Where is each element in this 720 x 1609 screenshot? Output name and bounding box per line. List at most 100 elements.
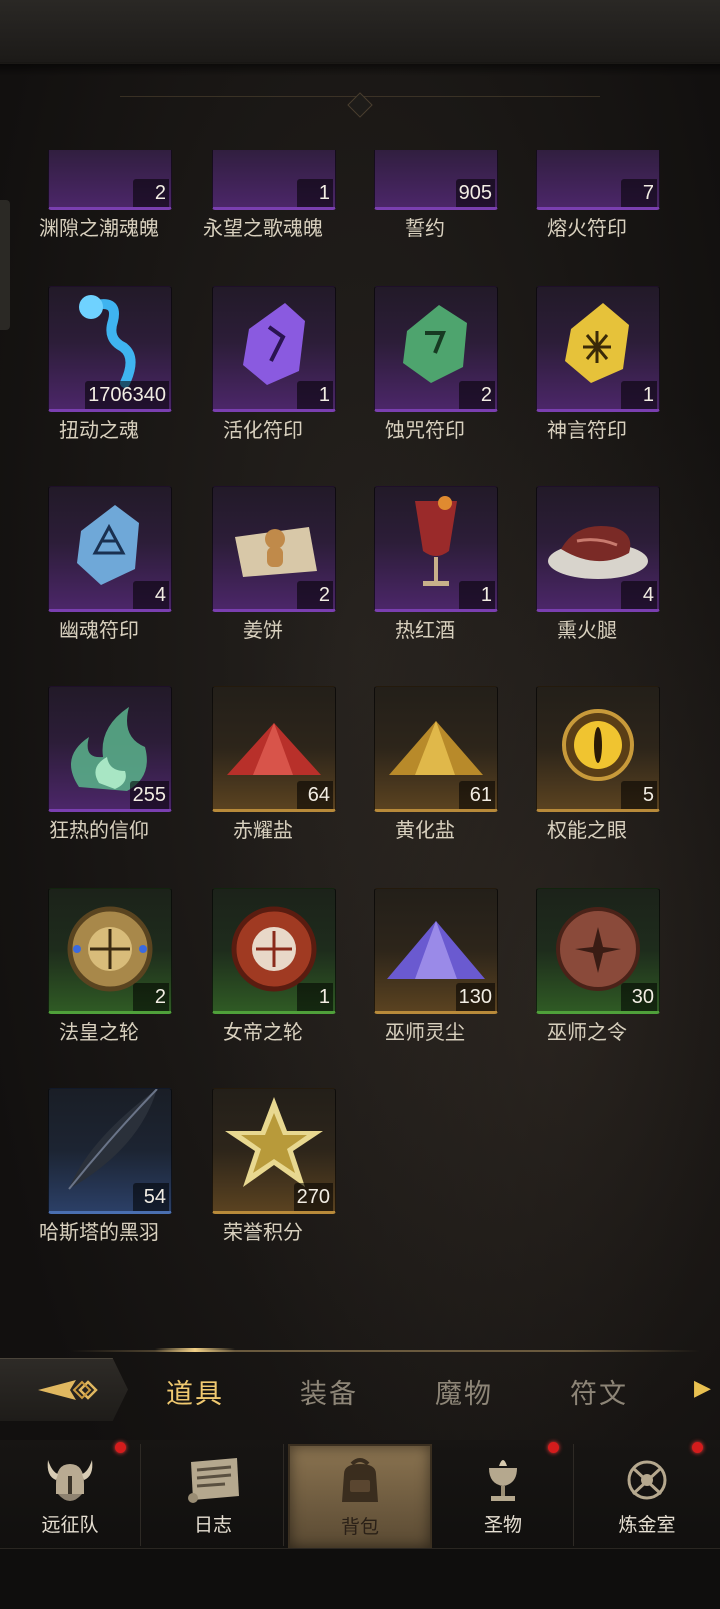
inventory-item[interactable]: 270 荣誉积分: [180, 1088, 346, 1278]
inventory-item[interactable]: 61 黄化盐: [342, 686, 508, 876]
inventory-item[interactable]: 64 赤耀盐: [180, 686, 346, 876]
item-tile[interactable]: 4: [48, 486, 172, 612]
item-tile[interactable]: 2: [48, 888, 172, 1014]
inventory-item[interactable]: 30 巫师之令: [504, 888, 670, 1078]
alchemy-icon: [627, 1460, 667, 1500]
item-name: 幽魂符印: [59, 618, 139, 642]
inventory-item[interactable]: 1 活化符印: [180, 286, 346, 476]
inventory-item[interactable]: 130 巫师灵尘: [342, 888, 508, 1078]
inventory-item[interactable]: 1 热红酒: [342, 486, 508, 676]
item-count: 1: [297, 983, 333, 1011]
inventory-item[interactable]: 5 权能之眼: [504, 686, 670, 876]
item-name: 巫师之令: [547, 1020, 627, 1044]
tab-items[interactable]: 道具: [166, 1372, 224, 1411]
item-name: 渊隙之潮魂魄: [39, 216, 159, 240]
nav-relics[interactable]: 圣物: [433, 1442, 574, 1546]
item-tile[interactable]: 61: [374, 686, 498, 812]
inventory-grid: 2 渊隙之潮魂魄 1 永望之歌魂魄 905 誓约 7 熔火符印 1706340 扭动之魂 1 活化符印…: [0, 150, 720, 1340]
item-count: 1: [297, 381, 333, 409]
inventory-item[interactable]: 2 渊隙之潮魂魄: [16, 150, 182, 274]
backpack-icon: [342, 1458, 378, 1502]
inventory-item[interactable]: 2 法皇之轮: [16, 888, 182, 1078]
item-tile[interactable]: 7: [536, 150, 660, 210]
item-tile[interactable]: 4: [536, 486, 660, 612]
item-name: 巫师灵尘: [385, 1020, 465, 1044]
nav-journal[interactable]: 日志: [143, 1444, 284, 1546]
item-count: 7: [621, 179, 657, 207]
item-tile[interactable]: 5: [536, 686, 660, 812]
viking-helmet-icon: [47, 1460, 93, 1501]
chalice-icon: [489, 1460, 517, 1501]
item-count: 1: [621, 381, 657, 409]
inventory-item[interactable]: 4 熏火腿: [504, 486, 670, 676]
item-tile[interactable]: 1: [536, 286, 660, 412]
bottom-strip: [0, 1548, 720, 1609]
item-count: 2: [133, 179, 169, 207]
item-tile[interactable]: 270: [212, 1088, 336, 1214]
notification-badge: [548, 1442, 559, 1453]
top-bar: [0, 0, 720, 76]
nav-expedition[interactable]: 远征队: [0, 1442, 141, 1546]
tab-runes[interactable]: 符文: [570, 1372, 628, 1411]
item-name: 活化符印: [223, 418, 303, 442]
item-name: 荣誉积分: [223, 1220, 303, 1244]
nav-label: 圣物: [483, 1514, 522, 1536]
notification-badge: [692, 1442, 703, 1453]
item-tile[interactable]: 64: [212, 686, 336, 812]
item-count: 2: [133, 983, 169, 1011]
item-name: 狂热的信仰: [49, 818, 149, 842]
item-tile[interactable]: 255: [48, 686, 172, 812]
item-tile[interactable]: 1: [212, 286, 336, 412]
tab-monsters[interactable]: 魔物: [435, 1372, 493, 1411]
tab-scroll-right-icon[interactable]: ▶: [694, 1376, 711, 1401]
item-name: 黄化盐: [395, 818, 455, 842]
item-name: 权能之眼: [547, 818, 627, 842]
back-button[interactable]: [0, 1358, 128, 1421]
item-tile[interactable]: 54: [48, 1088, 172, 1214]
nav-label: 远征队: [41, 1514, 99, 1536]
item-name: 蚀咒符印: [385, 418, 465, 442]
nav-label: 炼金室: [618, 1514, 676, 1536]
item-count: 1706340: [85, 381, 169, 409]
item-name: 神言符印: [547, 418, 627, 442]
nav-label: 背包: [340, 1516, 379, 1538]
inventory-item[interactable]: 255 狂热的信仰: [16, 686, 182, 876]
item-count: 255: [129, 781, 169, 809]
inventory-item[interactable]: 1706340 扭动之魂: [16, 286, 182, 476]
category-tab-bar: 道具 装备 魔物 符文 ▶: [0, 1348, 720, 1440]
item-name: 誓约: [405, 216, 445, 240]
item-name: 热红酒: [395, 618, 455, 642]
item-tile[interactable]: 1: [212, 888, 336, 1014]
back-arrow-icon: [38, 1380, 98, 1400]
item-tile[interactable]: 30: [536, 888, 660, 1014]
item-name: 永望之歌魂魄: [203, 216, 323, 240]
nav-label: 日志: [193, 1514, 232, 1536]
inventory-item[interactable]: 2 姜饼: [180, 486, 346, 676]
item-tile[interactable]: 2: [212, 486, 336, 612]
inventory-item[interactable]: 905 誓约: [342, 150, 508, 274]
item-count: 2: [459, 381, 495, 409]
inventory-item[interactable]: 1 永望之歌魂魄: [180, 150, 346, 274]
item-count: 54: [133, 1183, 169, 1211]
tab-equipment[interactable]: 装备: [300, 1372, 358, 1411]
item-name: 姜饼: [243, 618, 283, 642]
item-count: 270: [293, 1183, 333, 1211]
inventory-item[interactable]: 7 熔火符印: [504, 150, 670, 274]
item-tile[interactable]: 1: [374, 486, 498, 612]
item-tile[interactable]: 2: [48, 150, 172, 210]
nav-alchemy[interactable]: 炼金室: [577, 1442, 717, 1546]
item-tile[interactable]: 2: [374, 286, 498, 412]
inventory-item[interactable]: 54 哈斯塔的黑羽: [16, 1088, 182, 1278]
scroll-icon: [188, 1458, 239, 1503]
item-tile[interactable]: 905: [374, 150, 498, 210]
item-name: 女帝之轮: [223, 1020, 303, 1044]
item-tile[interactable]: 1: [212, 150, 336, 210]
inventory-item[interactable]: 1 女帝之轮: [180, 888, 346, 1078]
item-tile[interactable]: 130: [374, 888, 498, 1014]
item-count: 30: [621, 983, 657, 1011]
inventory-item[interactable]: 2 蚀咒符印: [342, 286, 508, 476]
inventory-item[interactable]: 1 神言符印: [504, 286, 670, 476]
inventory-item[interactable]: 4 幽魂符印: [16, 486, 182, 676]
nav-backpack[interactable]: 背包: [288, 1444, 432, 1550]
item-tile[interactable]: 1706340: [48, 286, 172, 412]
